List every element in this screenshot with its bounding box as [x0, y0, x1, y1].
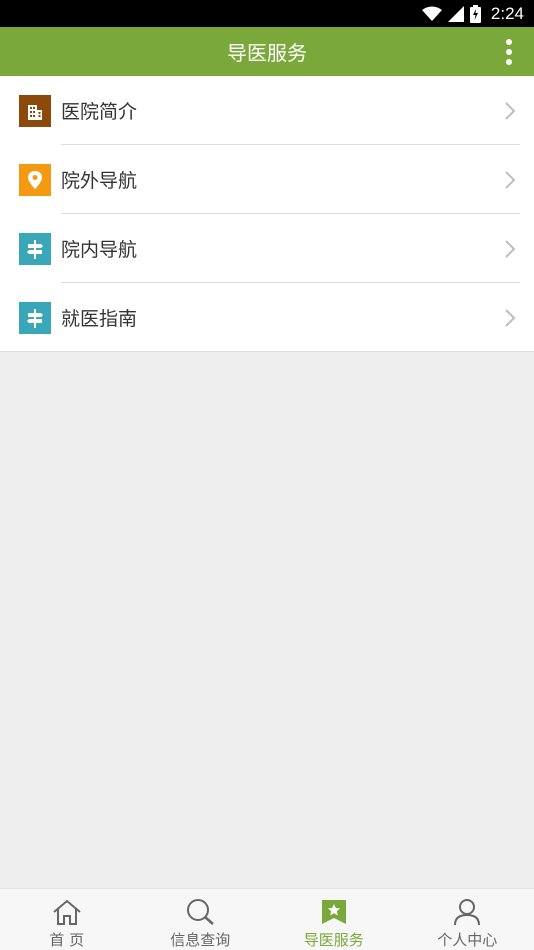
menu-item-medical-guide[interactable]: 就医指南 — [0, 283, 534, 352]
menu-item-label: 就医指南 — [61, 308, 138, 330]
app-bar: 导医服务 — [0, 27, 534, 76]
tab-label: 个人中心 — [437, 931, 498, 949]
tab-info-query[interactable]: 信息查询 — [134, 889, 268, 950]
search-icon — [183, 897, 217, 927]
signpost-icon — [19, 232, 51, 265]
menu-item-label: 医院简介 — [61, 101, 138, 123]
menu-item-label: 院内导航 — [61, 239, 138, 261]
chevron-right-icon — [505, 240, 516, 258]
location-pin-icon — [19, 163, 51, 196]
menu-item-hospital-intro[interactable]: 医院简介 — [0, 76, 534, 145]
chevron-right-icon — [505, 102, 516, 120]
person-icon — [450, 897, 484, 927]
more-options-icon[interactable] — [504, 39, 514, 65]
signpost-icon — [19, 301, 51, 334]
tab-home[interactable]: 首 页 — [0, 889, 134, 950]
chevron-right-icon — [505, 309, 516, 327]
chevron-right-icon — [505, 171, 516, 189]
menu-item-label: 院外导航 — [61, 170, 138, 192]
tab-label: 信息查询 — [170, 931, 231, 949]
menu-item-indoor-navigation[interactable]: 院内导航 — [0, 214, 534, 283]
page-title: 导医服务 — [227, 41, 307, 65]
battery-charging-icon — [469, 4, 481, 23]
tab-label: 导医服务 — [303, 931, 364, 949]
menu-item-outdoor-navigation[interactable]: 院外导航 — [0, 145, 534, 214]
bookmark-star-icon — [317, 897, 351, 927]
wifi-icon — [421, 6, 442, 21]
building-icon — [19, 94, 51, 127]
bottom-tab-bar: 首 页 信息查询 导医服务 个人中心 — [0, 888, 534, 950]
cellular-signal-icon — [447, 5, 464, 22]
status-time: 2:24 — [490, 3, 524, 23]
tab-personal-center[interactable]: 个人中心 — [401, 889, 534, 950]
tab-label: 首 页 — [49, 931, 85, 949]
status-bar: 2:24 — [0, 0, 534, 27]
tab-guide-service[interactable]: 导医服务 — [267, 889, 401, 950]
service-menu-list: 医院简介 院外导航 院内导航 就医指南 — [0, 76, 534, 352]
home-icon — [50, 897, 84, 927]
